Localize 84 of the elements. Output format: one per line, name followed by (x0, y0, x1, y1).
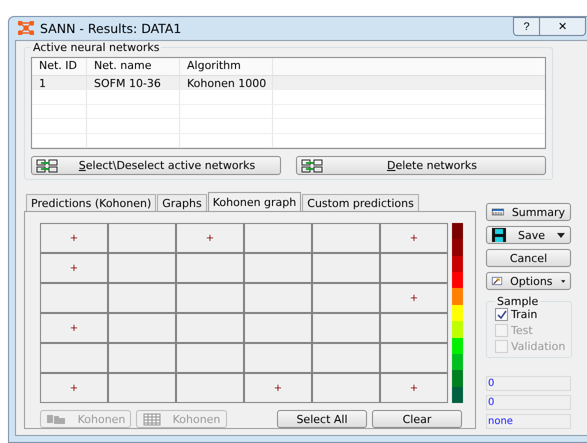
table-icon (492, 206, 504, 218)
map-cell[interactable] (313, 314, 379, 342)
status-field: 0 (486, 376, 571, 391)
map-cell[interactable] (41, 344, 107, 372)
map-cell[interactable] (381, 254, 447, 282)
map-cell[interactable] (313, 224, 379, 252)
table-cell: Kohonen 1000 (180, 76, 273, 89)
status-field: 0 (486, 395, 571, 410)
table-row[interactable]: 1 SOFM 10-36 Kohonen 1000 (32, 76, 545, 90)
grid-icon (142, 412, 161, 426)
map-cell[interactable]: + (41, 314, 107, 342)
map-cell[interactable]: + (41, 374, 107, 402)
column-header[interactable]: Net. name (87, 58, 180, 74)
checkbox-label: Test (511, 324, 533, 337)
map-cell[interactable] (177, 344, 243, 372)
map-cell[interactable] (177, 314, 243, 342)
side-button[interactable]: Options (486, 272, 571, 290)
window-title: SANN - Results: DATA1 (40, 20, 182, 36)
tab[interactable]: Custom predictions (302, 194, 419, 211)
map-cell[interactable] (41, 284, 107, 312)
map-cell[interactable] (245, 254, 311, 282)
neuron-marker: + (410, 232, 418, 244)
neuron-marker: + (274, 382, 282, 394)
map-cell[interactable] (109, 344, 175, 372)
map-cell[interactable]: + (381, 284, 447, 312)
map-cell[interactable] (109, 254, 175, 282)
map-cell[interactable]: + (41, 254, 107, 282)
map-cell[interactable] (313, 284, 379, 312)
map-cell[interactable] (245, 224, 311, 252)
network-toggle-icon (301, 158, 323, 172)
neuron-marker: + (70, 232, 78, 244)
column-header[interactable]: Algorithm (180, 58, 273, 74)
status-field: none (486, 414, 571, 429)
map-cell[interactable]: + (41, 224, 107, 252)
map-cell[interactable]: + (381, 224, 447, 252)
map-icon (46, 412, 66, 426)
network-button[interactable]: Delete networks (296, 156, 546, 175)
neuron-marker: + (410, 382, 418, 394)
floppy-icon (492, 228, 506, 242)
checkbox-label: Train (511, 308, 538, 321)
map-cell[interactable] (245, 284, 311, 312)
side-button[interactable]: Cancel (486, 249, 571, 267)
map-cell[interactable] (313, 374, 379, 402)
side-button[interactable]: Save (486, 226, 571, 244)
panel-button[interactable]: Select All (277, 410, 367, 428)
checkbox-label: Validation (511, 340, 566, 353)
map-cell[interactable] (381, 314, 447, 342)
map-cell[interactable] (109, 224, 175, 252)
table-cell: SOFM 10-36 (87, 76, 180, 89)
map-cell[interactable]: + (381, 374, 447, 402)
map-cell[interactable] (245, 314, 311, 342)
tab[interactable]: Predictions (Kohonen) (26, 194, 156, 211)
checkbox[interactable] (495, 308, 508, 321)
map-cell[interactable] (381, 344, 447, 372)
map-cell[interactable] (177, 254, 243, 282)
column-header[interactable]: Net. ID (32, 58, 87, 74)
neuron-marker: + (70, 382, 78, 394)
network-toggle-icon (36, 158, 58, 172)
map-cell[interactable] (177, 284, 243, 312)
group-title: Sample (496, 295, 540, 308)
map-cell[interactable] (177, 374, 243, 402)
network-button[interactable]: Select\Deselect active networks (31, 156, 281, 175)
map-cell[interactable] (109, 284, 175, 312)
neuron-marker: + (206, 232, 214, 244)
map-cell[interactable]: + (177, 224, 243, 252)
tab[interactable]: Kohonen graph (208, 192, 302, 211)
map-cell[interactable] (109, 374, 175, 402)
neuron-marker: + (70, 322, 78, 334)
table-cell: 1 (32, 76, 87, 89)
panel-button[interactable]: Clear (372, 410, 462, 428)
side-button[interactable]: Summary (486, 203, 571, 221)
tab[interactable]: Graphs (157, 194, 207, 211)
hammer-icon (492, 274, 502, 288)
close-button[interactable]: ✕ (540, 17, 586, 36)
map-cell[interactable] (109, 314, 175, 342)
help-button[interactable]: ? (513, 17, 540, 36)
neuron-marker: + (410, 292, 418, 304)
map-cell[interactable] (313, 254, 379, 282)
group-title: Active neural networks (32, 40, 160, 54)
map-cell[interactable] (313, 344, 379, 372)
map-cell[interactable] (245, 344, 311, 372)
neuron-marker: + (70, 262, 78, 274)
network-icon (18, 21, 34, 36)
map-cell[interactable]: + (245, 374, 311, 402)
